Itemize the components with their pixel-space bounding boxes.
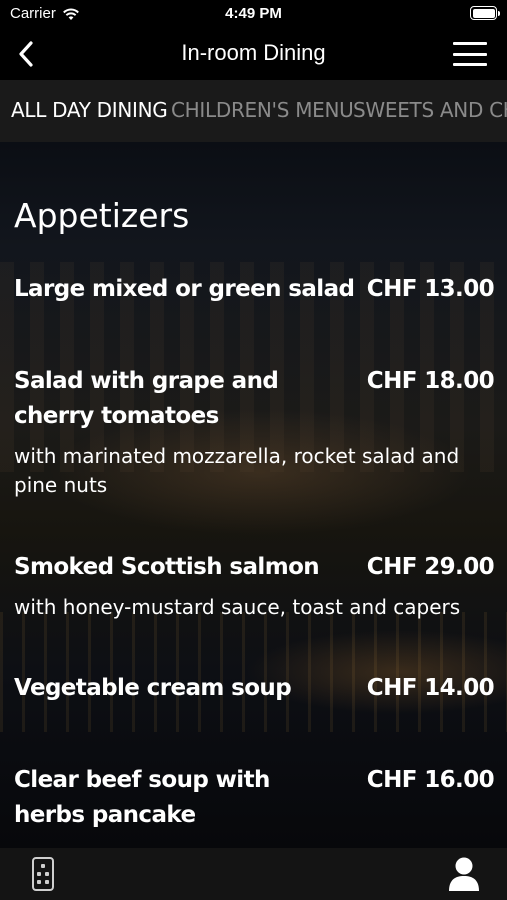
menu-item-price: CHF 14.00 (366, 675, 495, 701)
menu-item-description: with marinated mozzarella, rocket salad … (14, 444, 460, 497)
menu-item[interactable]: Clear beef soup with herbs pancake CHF 1… (14, 763, 495, 833)
menu-item-name: Large mixed or green salad (14, 276, 355, 302)
bottom-toolbar (0, 848, 507, 900)
battery-icon (470, 6, 500, 20)
menu-content[interactable]: Appetizers Large mixed or green salad CH… (0, 142, 507, 848)
menu-item-price: CHF 18.00 (366, 368, 495, 394)
status-time: 4:49 PM (225, 5, 282, 22)
remote-control-icon[interactable] (32, 857, 54, 891)
menu-item[interactable]: Smoked Scottish salmon CHF 29.00 with ho… (14, 550, 495, 622)
menu-item-price: CHF 16.00 (366, 767, 495, 793)
menu-item-name: Smoked Scottish salmon (14, 554, 320, 580)
menu-item[interactable]: Vegetable cream soup CHF 14.00 (14, 671, 495, 706)
menu-item-price: CHF 29.00 (366, 554, 495, 580)
menu-item[interactable]: Large mixed or green salad CHF 13.00 (14, 272, 495, 307)
menu-item[interactable]: Salad with grape and cherry tomatoes CHF… (14, 364, 495, 500)
status-bar: Carrier 4:49 PM (0, 0, 507, 28)
category-tabs: ALL DAY DINING CHILDREN'S MENU SWEETS AN… (0, 80, 507, 142)
menu-item-name: Salad with grape and cherry tomatoes (14, 368, 279, 429)
tab-childrens-menu[interactable]: CHILDREN'S MENU (171, 98, 354, 122)
hamburger-menu-icon[interactable] (453, 42, 487, 66)
user-profile-icon[interactable] (447, 856, 481, 892)
menu-item-name: Clear beef soup with herbs pancake (14, 767, 270, 828)
navigation-bar: In-room Dining (0, 28, 507, 80)
menu-item-name: Vegetable cream soup (14, 675, 292, 701)
section-title: Appetizers (14, 196, 190, 235)
tab-all-day-dining[interactable]: ALL DAY DINING (11, 98, 168, 122)
menu-item-price: CHF 13.00 (366, 276, 495, 302)
tab-sweets-and-cheese[interactable]: SWEETS AND CHE (353, 98, 507, 122)
menu-item-description: with honey-mustard sauce, toast and cape… (14, 595, 461, 619)
page-title: In-room Dining (181, 40, 326, 65)
